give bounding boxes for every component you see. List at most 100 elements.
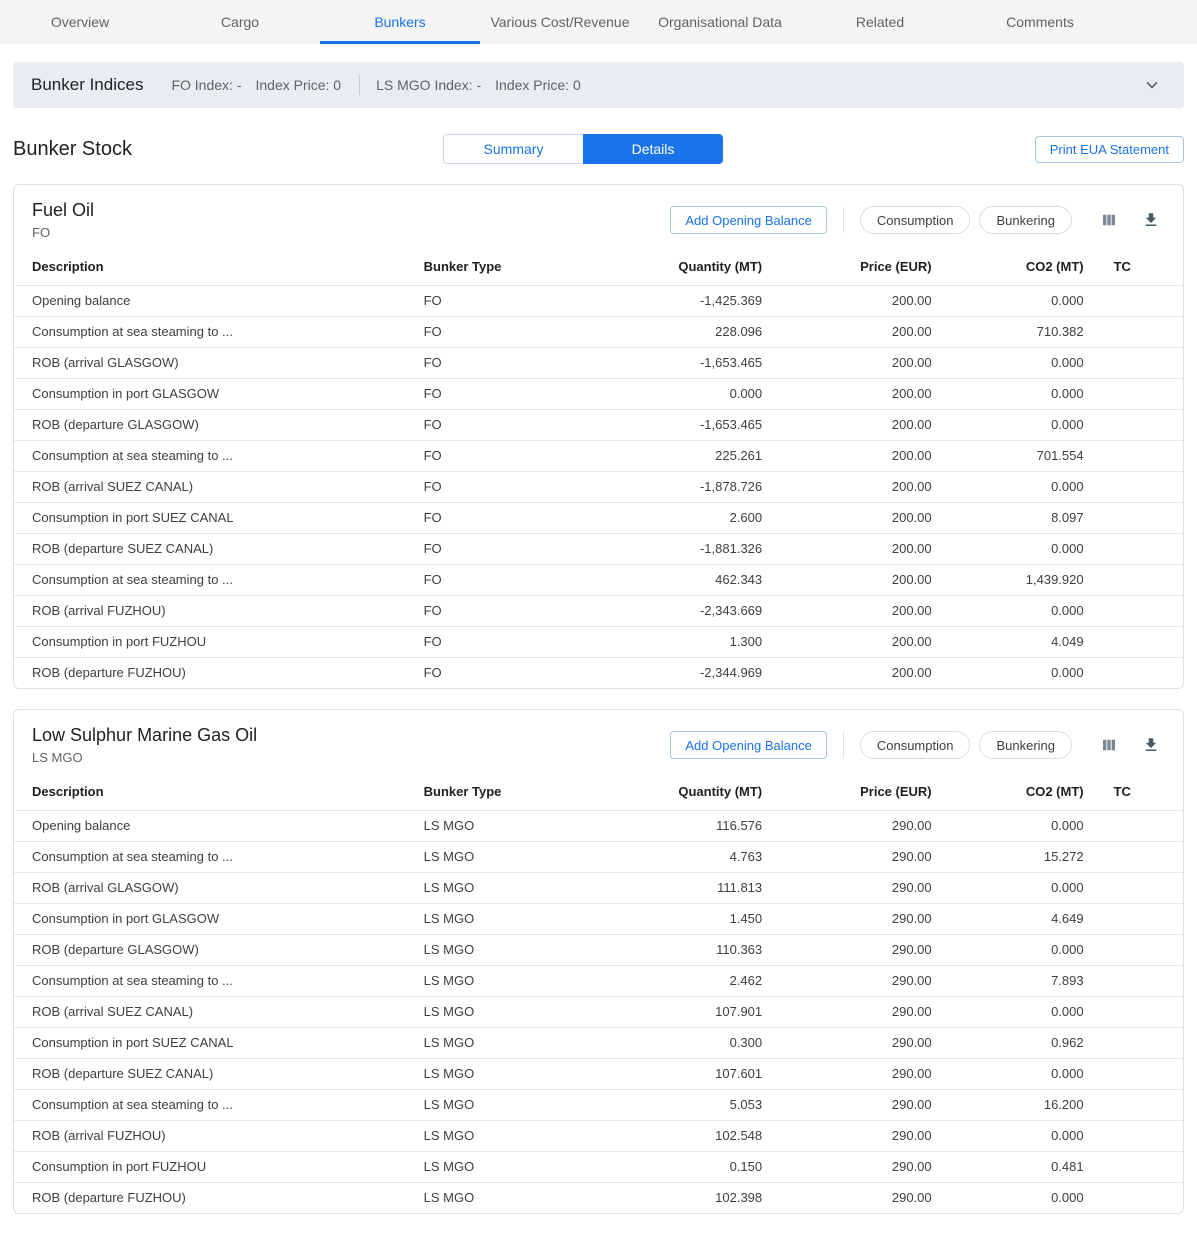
table-row[interactable]: ROB (departure GLASGOW)FO-1,653.465200.0… [14, 409, 1183, 440]
table-row[interactable]: ROB (departure FUZHOU)LS MGO102.398290.0… [14, 1182, 1183, 1213]
cards-container: Fuel Oil FO Add Opening Balance Consumpt… [0, 184, 1197, 1214]
summary-toggle-button[interactable]: Summary [443, 134, 583, 164]
cell-quantity: 107.601 [610, 1058, 762, 1089]
tab-bunkers[interactable]: Bunkers [320, 0, 480, 44]
cell-quantity: 462.343 [610, 564, 762, 595]
tab-cargo[interactable]: Cargo [160, 0, 320, 44]
cell-quantity: 228.096 [610, 316, 762, 347]
table-row[interactable]: Opening balanceFO-1,425.369200.000.000 [14, 285, 1183, 316]
chevron-down-icon[interactable] [1138, 71, 1166, 99]
table-row[interactable]: Consumption in port SUEZ CANALLS MGO0.30… [14, 1027, 1183, 1058]
cell-co2: 0.481 [932, 1151, 1084, 1182]
cell-tc [1084, 657, 1183, 688]
cell-price: 290.00 [762, 1058, 932, 1089]
bunkering-filter-button[interactable]: Bunkering [979, 731, 1072, 759]
cell-quantity: 0.300 [610, 1027, 762, 1058]
cell-quantity: 2.462 [610, 965, 762, 996]
column-header: CO2 (MT) [932, 249, 1084, 285]
bunker-indices-title: Bunker Indices [31, 75, 143, 95]
bunker-table: DescriptionBunker TypeQuantity (MT)Price… [14, 774, 1183, 1213]
column-header: Quantity (MT) [610, 249, 762, 285]
cell-co2: 0.000 [932, 934, 1084, 965]
cell-quantity: 110.363 [610, 934, 762, 965]
table-row[interactable]: ROB (arrival FUZHOU)FO-2,343.669200.000.… [14, 595, 1183, 626]
tab-organisational-data[interactable]: Organisational Data [640, 0, 800, 44]
table-row[interactable]: Opening balanceLS MGO116.576290.000.000 [14, 810, 1183, 841]
cell-tc [1084, 440, 1183, 471]
table-row[interactable]: Consumption at sea steaming to ...LS MGO… [14, 965, 1183, 996]
add-opening-balance-button[interactable]: Add Opening Balance [670, 731, 826, 759]
columns-icon[interactable] [1095, 731, 1123, 759]
cell-quantity: -1,425.369 [610, 285, 762, 316]
cell-co2: 7.893 [932, 965, 1084, 996]
cell-description: ROB (departure SUEZ CANAL) [14, 1058, 406, 1089]
table-row[interactable]: Consumption at sea steaming to ...FO225.… [14, 440, 1183, 471]
table-row[interactable]: Consumption at sea steaming to ...LS MGO… [14, 1089, 1183, 1120]
cell-tc [1084, 810, 1183, 841]
table-row[interactable]: Consumption in port GLASGOWFO0.000200.00… [14, 378, 1183, 409]
cell-price: 200.00 [762, 657, 932, 688]
tab-related[interactable]: Related [800, 0, 960, 44]
cell-description: Consumption in port GLASGOW [14, 378, 406, 409]
table-row[interactable]: ROB (departure SUEZ CANAL)FO-1,881.32620… [14, 533, 1183, 564]
table-row[interactable]: ROB (departure GLASGOW)LS MGO110.363290.… [14, 934, 1183, 965]
table-row[interactable]: ROB (arrival SUEZ CANAL)FO-1,878.726200.… [14, 471, 1183, 502]
cell-description: ROB (departure SUEZ CANAL) [14, 533, 406, 564]
columns-icon[interactable] [1095, 206, 1123, 234]
cell-price: 200.00 [762, 440, 932, 471]
cell-co2: 0.000 [932, 1120, 1084, 1151]
cell-co2: 16.200 [932, 1089, 1084, 1120]
table-row[interactable]: Consumption in port GLASGOWLS MGO1.45029… [14, 903, 1183, 934]
tab-comments[interactable]: Comments [960, 0, 1120, 44]
bunkering-filter-button[interactable]: Bunkering [979, 206, 1072, 234]
bunker-indices-bar: Bunker Indices FO Index: - Index Price: … [13, 62, 1184, 108]
table-row[interactable]: ROB (arrival SUEZ CANAL)LS MGO107.901290… [14, 996, 1183, 1027]
cell-co2: 8.097 [932, 502, 1084, 533]
cell-quantity: 225.261 [610, 440, 762, 471]
cell-bunker-type: LS MGO [406, 934, 611, 965]
cell-tc [1084, 1151, 1183, 1182]
details-toggle-button[interactable]: Details [583, 134, 723, 164]
tab-various-cost-revenue[interactable]: Various Cost/Revenue [480, 0, 640, 44]
bunker-table: DescriptionBunker TypeQuantity (MT)Price… [14, 249, 1183, 688]
download-icon[interactable] [1137, 206, 1165, 234]
table-row[interactable]: Consumption at sea steaming to ...FO228.… [14, 316, 1183, 347]
consumption-filter-button[interactable]: Consumption [860, 731, 971, 759]
table-row[interactable]: ROB (departure FUZHOU)FO-2,344.969200.00… [14, 657, 1183, 688]
cell-bunker-type: LS MGO [406, 1058, 611, 1089]
cell-description: Consumption at sea steaming to ... [14, 841, 406, 872]
table-row[interactable]: Consumption at sea steaming to ...FO462.… [14, 564, 1183, 595]
table-row[interactable]: Consumption in port SUEZ CANALFO2.600200… [14, 502, 1183, 533]
table-row[interactable]: ROB (arrival GLASGOW)FO-1,653.465200.000… [14, 347, 1183, 378]
cell-description: ROB (departure FUZHOU) [14, 1182, 406, 1213]
tab-overview[interactable]: Overview [0, 0, 160, 44]
cell-description: ROB (arrival FUZHOU) [14, 595, 406, 626]
table-row[interactable]: ROB (arrival FUZHOU)LS MGO102.548290.000… [14, 1120, 1183, 1151]
card-titles: Fuel Oil FO [32, 200, 670, 240]
table-row[interactable]: Consumption in port FUZHOULS MGO0.150290… [14, 1151, 1183, 1182]
cell-price: 290.00 [762, 934, 932, 965]
column-header: Price (EUR) [762, 249, 932, 285]
table-row[interactable]: Consumption at sea steaming to ...LS MGO… [14, 841, 1183, 872]
download-icon[interactable] [1137, 731, 1165, 759]
table-row[interactable]: Consumption in port FUZHOUFO1.300200.004… [14, 626, 1183, 657]
consumption-filter-button[interactable]: Consumption [860, 206, 971, 234]
cell-bunker-type: LS MGO [406, 1027, 611, 1058]
cell-price: 290.00 [762, 841, 932, 872]
table-header-row: DescriptionBunker TypeQuantity (MT)Price… [14, 249, 1183, 285]
cell-bunker-type: LS MGO [406, 965, 611, 996]
table-row[interactable]: ROB (arrival GLASGOW)LS MGO111.813290.00… [14, 872, 1183, 903]
cell-bunker-type: FO [406, 533, 611, 564]
cell-bunker-type: FO [406, 564, 611, 595]
print-eua-statement-button[interactable]: Print EUA Statement [1035, 136, 1184, 163]
table-row[interactable]: ROB (departure SUEZ CANAL)LS MGO107.6012… [14, 1058, 1183, 1089]
cell-description: Consumption in port GLASGOW [14, 903, 406, 934]
add-opening-balance-button[interactable]: Add Opening Balance [670, 206, 826, 234]
cell-description: Consumption at sea steaming to ... [14, 1089, 406, 1120]
card-header: Low Sulphur Marine Gas Oil LS MGO Add Op… [14, 710, 1183, 774]
card-header: Fuel Oil FO Add Opening Balance Consumpt… [14, 185, 1183, 249]
top-nav: OverviewCargoBunkersVarious Cost/Revenue… [0, 0, 1197, 44]
cell-quantity: 102.398 [610, 1182, 762, 1213]
cell-quantity: -1,653.465 [610, 347, 762, 378]
cell-bunker-type: LS MGO [406, 841, 611, 872]
